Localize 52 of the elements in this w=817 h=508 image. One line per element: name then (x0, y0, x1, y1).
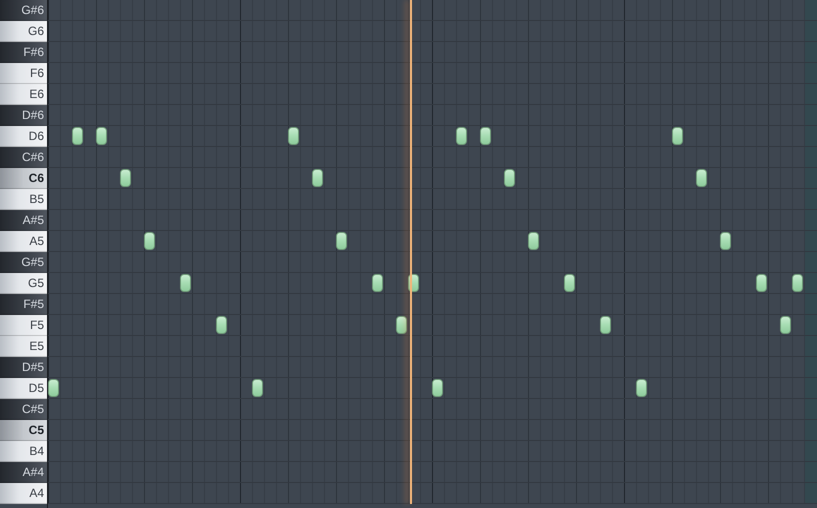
note-block[interactable] (312, 169, 323, 187)
piano-key[interactable]: G#6 (0, 0, 47, 21)
piano-key[interactable]: A#4 (0, 462, 47, 483)
playhead-line[interactable] (410, 0, 412, 504)
note-block[interactable] (48, 379, 59, 397)
note-block[interactable] (216, 316, 227, 334)
note-block[interactable] (504, 169, 515, 187)
note-block[interactable] (336, 232, 347, 250)
note-block[interactable] (636, 379, 647, 397)
note-block[interactable] (288, 127, 299, 145)
note-block[interactable] (480, 127, 491, 145)
piano-key[interactable]: D6 (0, 126, 47, 147)
piano-key[interactable]: C5 (0, 420, 47, 441)
note-block[interactable] (144, 232, 155, 250)
note-block[interactable] (372, 274, 383, 292)
piano-key[interactable]: A5 (0, 231, 47, 252)
note-block[interactable] (252, 379, 263, 397)
piano-key[interactable]: G#5 (0, 252, 47, 273)
piano-key[interactable]: D#5 (0, 357, 47, 378)
piano-key[interactable]: F#5 (0, 294, 47, 315)
note-block[interactable] (720, 232, 731, 250)
note-block[interactable] (672, 127, 683, 145)
note-block[interactable] (120, 169, 131, 187)
note-block[interactable] (696, 169, 707, 187)
note-block[interactable] (564, 274, 575, 292)
note-block[interactable] (528, 232, 539, 250)
note-block[interactable] (600, 316, 611, 334)
piano-key[interactable]: F#6 (0, 42, 47, 63)
piano-key[interactable]: B5 (0, 189, 47, 210)
piano-key[interactable]: A4 (0, 483, 47, 504)
note-block[interactable] (456, 127, 467, 145)
note-block[interactable] (96, 127, 107, 145)
piano-key[interactable]: C#5 (0, 399, 47, 420)
piano-key[interactable]: G5 (0, 273, 47, 294)
piano-key[interactable]: E6 (0, 84, 47, 105)
piano-key[interactable]: C#6 (0, 147, 47, 168)
piano-key[interactable]: F6 (0, 63, 47, 84)
note-block[interactable] (72, 127, 83, 145)
note-block[interactable] (396, 316, 407, 334)
piano-key[interactable]: E5 (0, 336, 47, 357)
note-block[interactable] (432, 379, 443, 397)
note-block[interactable] (756, 274, 767, 292)
note-block[interactable] (792, 274, 803, 292)
piano-key[interactable]: G6 (0, 21, 47, 42)
note-block[interactable] (180, 274, 191, 292)
piano-key[interactable]: A#5 (0, 210, 47, 231)
piano-key[interactable]: C6 (0, 168, 47, 189)
piano-key[interactable]: D5 (0, 378, 47, 399)
note-block[interactable] (780, 316, 791, 334)
piano-key[interactable]: F5 (0, 315, 47, 336)
piano-key[interactable]: D#6 (0, 105, 47, 126)
piano-key[interactable]: B4 (0, 441, 47, 462)
